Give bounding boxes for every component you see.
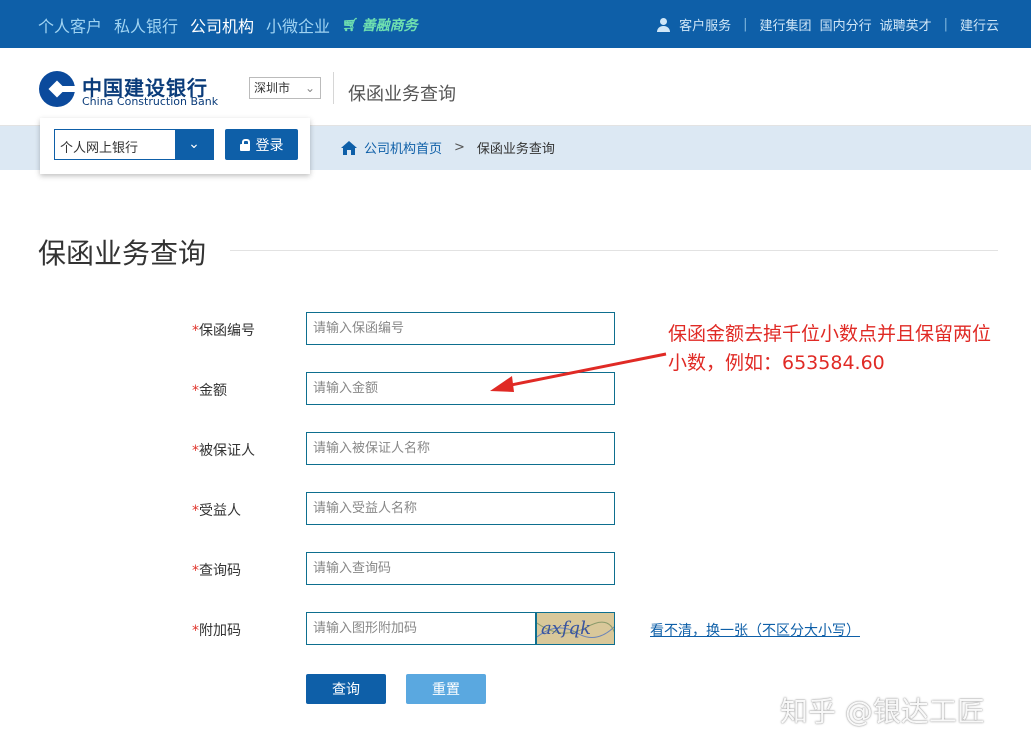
link-customer-service[interactable]: 客户服务 [679, 15, 731, 34]
nav-corporate[interactable]: 公司机构 [190, 13, 254, 37]
captcha-input[interactable] [306, 612, 536, 645]
link-domestic-branches[interactable]: 国内分行 [820, 15, 872, 34]
field-label: *受益人 [192, 503, 241, 519]
cart-icon: 🛒︎ [342, 17, 359, 33]
nav-shanrong[interactable]: 🛒︎ 善融商务 [342, 13, 418, 37]
breadcrumb: 公司机构首页 > 保函业务查询 [340, 138, 555, 157]
field-label: *保函编号 [192, 323, 255, 339]
city-select[interactable]: 深圳市 ⌄ [249, 77, 321, 99]
online-banking-select[interactable]: 个人网上银行 ⌄ [54, 129, 214, 160]
top-links: 客户服务 | 建行集团 国内分行 诚聘英才 | 建行云 [656, 15, 999, 34]
login-panel: 个人网上银行 ⌄ 登录 [40, 118, 310, 174]
home-icon[interactable] [340, 140, 358, 156]
nav-private-banking[interactable]: 私人银行 [114, 13, 178, 37]
lock-icon [239, 138, 250, 151]
breadcrumb-home[interactable]: 公司机构首页 [364, 138, 442, 157]
guaranteed-party-input[interactable] [306, 432, 615, 465]
header-section-title: 保函业务查询 [348, 84, 456, 105]
top-bar: 个人客户 私人银行 公司机构 小微企业 🛒︎ 善融商务 客户服务 | 建行集团 … [0, 0, 1031, 48]
top-nav: 个人客户 私人银行 公司机构 小微企业 🛒︎ 善融商务 [38, 13, 418, 37]
watermark: 知乎 @银达工匠 [780, 695, 985, 728]
reset-button[interactable]: 重置 [406, 674, 486, 704]
ccb-logo-icon[interactable] [38, 70, 76, 108]
annotation-arrow-icon [490, 352, 667, 392]
query-button[interactable]: 查询 [306, 674, 386, 704]
link-ccb-group[interactable]: 建行集团 [760, 15, 812, 34]
beneficiary-input[interactable] [306, 492, 615, 525]
login-button-label: 登录 [255, 137, 284, 154]
breadcrumb-current: 保函业务查询 [476, 142, 555, 157]
captcha-text: axfqk [541, 618, 591, 639]
query-code-input[interactable] [306, 552, 615, 585]
form-row-beneficiary: *受益人 [0, 492, 1031, 526]
nav-small-business[interactable]: 小微企业 [266, 13, 330, 37]
captcha-image[interactable]: axfqk [536, 612, 615, 645]
title-divider [230, 250, 998, 251]
header-divider [333, 72, 334, 104]
nav-personal[interactable]: 个人客户 [38, 13, 102, 37]
field-label: *查询码 [192, 563, 241, 579]
chevron-down-icon[interactable]: ⌄ [175, 130, 213, 159]
separator: | [943, 17, 948, 32]
field-label: *被保证人 [192, 443, 255, 459]
link-ccb-cloud[interactable]: 建行云 [960, 15, 999, 34]
online-banking-select-value: 个人网上银行 [60, 141, 139, 156]
field-label: *附加码 [192, 623, 241, 639]
breadcrumb-separator: > [454, 140, 465, 155]
annotation-note: 保函金额去掉千位小数点并且保留两位小数，例如：653584.60 [668, 323, 992, 374]
form-row-query-code: *查询码 [0, 552, 1031, 586]
chevron-down-icon: ⌄ [304, 81, 315, 95]
page-title: 保函业务查询 [38, 237, 207, 270]
shanrong-label: 善融商务 [361, 18, 418, 34]
captcha-refresh-link[interactable]: 看不清，换一张（不区分大小写） [650, 620, 860, 640]
brand-name-en: China Construction Bank [82, 95, 219, 108]
login-button[interactable]: 登录 [225, 129, 298, 160]
site-header: 中国建设银行 China Construction Bank 深圳市 ⌄ 保函业… [0, 48, 1031, 126]
form-row-captcha: *附加码 axfqk 看不清，换一张（不区分大小写） [0, 612, 1031, 646]
customer-service-icon [656, 17, 671, 32]
field-label: *金额 [192, 383, 227, 399]
city-select-value: 深圳市 [254, 81, 291, 95]
form-row-guaranteed-party: *被保证人 [0, 432, 1031, 466]
separator: | [743, 17, 748, 32]
link-careers[interactable]: 诚聘英才 [880, 15, 932, 34]
